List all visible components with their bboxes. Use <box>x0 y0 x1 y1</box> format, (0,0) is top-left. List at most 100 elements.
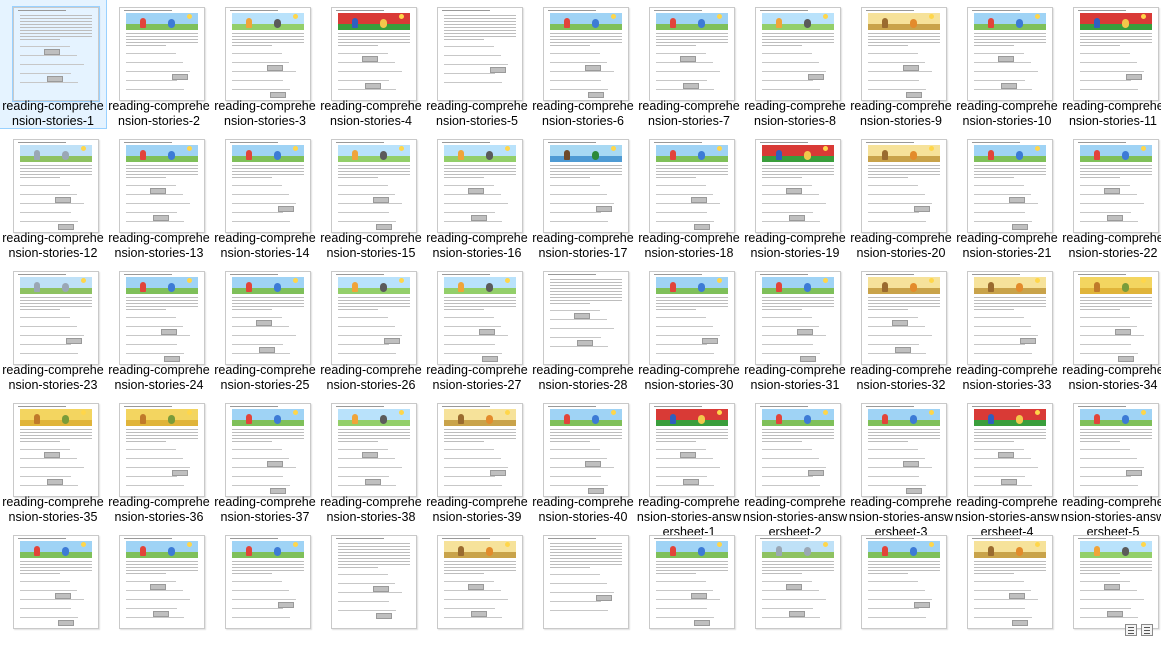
file-item[interactable]: reading-comprehension-stories-31 <box>742 264 848 392</box>
file-thumbnail <box>543 7 629 101</box>
file-item[interactable]: reading-comprehension-stories-36 <box>106 396 212 524</box>
file-name-label: reading-comprehension-stories-28 <box>532 363 634 392</box>
file-item[interactable]: reading-comprehension-stories-4 <box>318 0 424 128</box>
file-thumbnail <box>1073 271 1159 365</box>
file-item[interactable]: reading-comprehension-stories-19 <box>742 132 848 260</box>
file-item[interactable]: reading-comprehension-stories-7 <box>636 0 742 128</box>
file-item[interactable]: reading-comprehension-stories-32 <box>848 264 954 392</box>
file-name-label: reading-comprehension-stories-35 <box>2 495 104 524</box>
file-thumbnail <box>967 139 1053 233</box>
file-name-label: reading-comprehension-stories-27 <box>426 363 528 392</box>
file-item[interactable] <box>1060 528 1161 656</box>
file-thumbnail <box>331 403 417 497</box>
file-item[interactable]: reading-comprehension-stories-34 <box>1060 264 1161 392</box>
file-item[interactable] <box>954 528 1060 656</box>
file-item[interactable]: reading-comprehension-stories-30 <box>636 264 742 392</box>
file-item[interactable]: reading-comprehension-stories-15 <box>318 132 424 260</box>
file-item[interactable]: reading-comprehension-stories-16 <box>424 132 530 260</box>
file-name-label: reading-comprehension-stories-22 <box>1062 231 1161 260</box>
file-thumbnail <box>649 403 735 497</box>
file-item[interactable]: reading-comprehension-stories-27 <box>424 264 530 392</box>
file-item[interactable] <box>106 528 212 656</box>
file-item[interactable] <box>0 528 106 656</box>
file-thumbnail <box>225 7 311 101</box>
file-thumbnail <box>437 535 523 629</box>
file-item[interactable]: reading-comprehension-stories-8 <box>742 0 848 128</box>
file-name-label: reading-comprehension-stories-17 <box>532 231 634 260</box>
file-thumbnail <box>755 271 841 365</box>
file-item[interactable]: reading-comprehension-stories-22 <box>1060 132 1161 260</box>
file-name-label: reading-comprehension-stories-15 <box>320 231 422 260</box>
file-thumbnail <box>861 403 947 497</box>
file-item[interactable] <box>318 528 424 656</box>
file-item[interactable]: reading-comprehension-stories-37 <box>212 396 318 524</box>
file-thumbnail <box>755 535 841 629</box>
file-item[interactable]: reading-comprehension-stories-answershee… <box>954 396 1060 539</box>
file-item[interactable]: reading-comprehension-stories-26 <box>318 264 424 392</box>
file-thumbnail <box>861 535 947 629</box>
file-thumbnail <box>119 7 205 101</box>
file-item[interactable]: reading-comprehension-stories-11 <box>1060 0 1161 128</box>
file-thumbnail <box>861 271 947 365</box>
file-item[interactable]: reading-comprehension-stories-13 <box>106 132 212 260</box>
file-name-label: reading-comprehension-stories-6 <box>532 99 634 128</box>
file-item[interactable]: reading-comprehension-stories-38 <box>318 396 424 524</box>
file-item[interactable]: reading-comprehension-stories-24 <box>106 264 212 392</box>
file-name-label: reading-comprehension-stories-20 <box>850 231 952 260</box>
file-thumbnail <box>649 535 735 629</box>
file-item[interactable]: reading-comprehension-stories-28 <box>530 264 636 392</box>
file-item[interactable] <box>742 528 848 656</box>
file-thumbnail <box>13 139 99 233</box>
file-item[interactable]: reading-comprehension-stories-6 <box>530 0 636 128</box>
file-name-label: reading-comprehension-stories-7 <box>638 99 740 128</box>
file-item[interactable]: reading-comprehension-stories-5 <box>424 0 530 128</box>
file-item[interactable]: reading-comprehension-stories-1 <box>0 0 107 129</box>
file-thumbnail <box>967 271 1053 365</box>
file-item[interactable]: reading-comprehension-stories-9 <box>848 0 954 128</box>
file-item[interactable]: reading-comprehension-stories-answershee… <box>742 396 848 539</box>
file-thumbnail <box>331 535 417 629</box>
details-view-icon[interactable] <box>1125 624 1137 636</box>
file-item[interactable]: reading-comprehension-stories-33 <box>954 264 1060 392</box>
file-item[interactable]: reading-comprehension-stories-17 <box>530 132 636 260</box>
file-thumbnail <box>225 139 311 233</box>
large-icons-view-icon[interactable] <box>1141 624 1153 636</box>
file-item[interactable]: reading-comprehension-stories-25 <box>212 264 318 392</box>
file-item[interactable]: reading-comprehension-stories-20 <box>848 132 954 260</box>
file-name-label: reading-comprehension-stories-37 <box>214 495 316 524</box>
file-thumbnail <box>967 403 1053 497</box>
file-item[interactable]: reading-comprehension-stories-21 <box>954 132 1060 260</box>
file-item[interactable]: reading-comprehension-stories-2 <box>106 0 212 128</box>
file-name-label: reading-comprehension-stories-2 <box>108 99 210 128</box>
file-thumbnail <box>119 535 205 629</box>
file-name-label: reading-comprehension-stories-38 <box>320 495 422 524</box>
file-item[interactable] <box>848 528 954 656</box>
file-item[interactable]: reading-comprehension-stories-18 <box>636 132 742 260</box>
file-item[interactable]: reading-comprehension-stories-10 <box>954 0 1060 128</box>
file-thumbnail <box>331 7 417 101</box>
file-item[interactable]: reading-comprehension-stories-answershee… <box>848 396 954 539</box>
file-item[interactable] <box>530 528 636 656</box>
file-name-label: reading-comprehension-stories-33 <box>956 363 1058 392</box>
file-item[interactable]: reading-comprehension-stories-23 <box>0 264 106 392</box>
file-thumbnail <box>967 7 1053 101</box>
file-item[interactable]: reading-comprehension-stories-3 <box>212 0 318 128</box>
file-item[interactable] <box>424 528 530 656</box>
file-thumbnail <box>225 403 311 497</box>
file-name-label: reading-comprehension-stories-30 <box>638 363 740 392</box>
file-item[interactable]: reading-comprehension-stories-14 <box>212 132 318 260</box>
file-item[interactable]: reading-comprehension-stories-12 <box>0 132 106 260</box>
file-item[interactable] <box>212 528 318 656</box>
file-name-label: reading-comprehension-stories-40 <box>532 495 634 524</box>
file-item[interactable]: reading-comprehension-stories-answershee… <box>1060 396 1161 539</box>
file-name-label: reading-comprehension-stories-19 <box>744 231 846 260</box>
file-item[interactable]: reading-comprehension-stories-35 <box>0 396 106 524</box>
file-name-label: reading-comprehension-stories-10 <box>956 99 1058 128</box>
file-item[interactable]: reading-comprehension-stories-answershee… <box>636 396 742 539</box>
file-item[interactable] <box>636 528 742 656</box>
file-item[interactable]: reading-comprehension-stories-39 <box>424 396 530 524</box>
file-thumbnail <box>1073 403 1159 497</box>
file-thumbnail <box>543 271 629 365</box>
file-name-label: reading-comprehension-stories-14 <box>214 231 316 260</box>
file-item[interactable]: reading-comprehension-stories-40 <box>530 396 636 524</box>
